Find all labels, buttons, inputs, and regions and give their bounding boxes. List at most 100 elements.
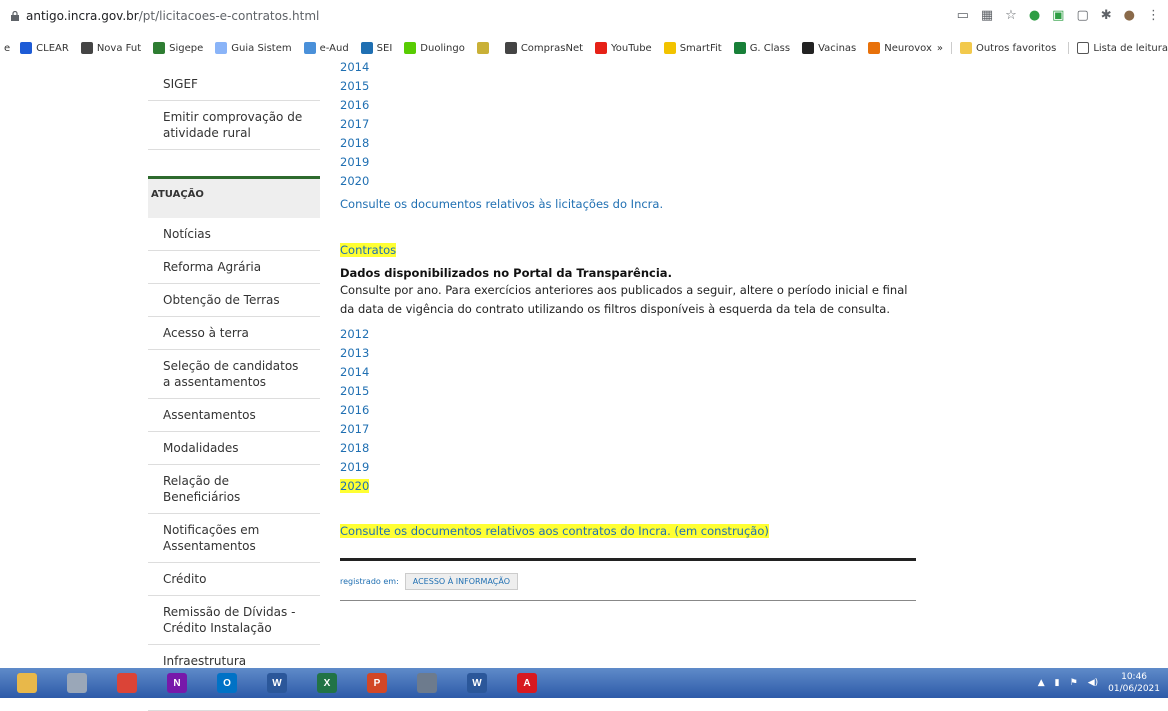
bookmark-item[interactable]: Sigepe <box>153 42 203 54</box>
sidebar-item[interactable]: Modalidades <box>148 432 320 465</box>
sidebar-item[interactable]: Seleção de candidatos a assentamentos <box>148 350 320 399</box>
bookmark-item[interactable]: YouTube <box>595 42 652 54</box>
taskbar-app-chrome[interactable] <box>104 669 150 697</box>
bookmark-icon <box>868 42 881 54</box>
explorer-icon <box>17 673 37 693</box>
year-link[interactable]: 2019 <box>340 458 920 477</box>
taskbar-app-acrobat[interactable]: A <box>504 669 550 697</box>
network-icon[interactable]: ▮ <box>1055 678 1060 688</box>
profile-avatar-icon[interactable]: ● <box>1124 8 1135 23</box>
bookmark-label: Neurovox <box>884 42 932 54</box>
url-text[interactable]: antigo.incra.gov.br/pt/licitacoes-e-cont… <box>26 9 319 23</box>
reading-list-icon <box>1077 42 1090 54</box>
star-icon[interactable]: ☆ <box>1005 8 1017 23</box>
extension-badge-icon[interactable]: ▣ <box>1052 8 1064 23</box>
address-bar[interactable]: antigo.incra.gov.br/pt/licitacoes-e-cont… <box>0 0 1168 38</box>
year-link[interactable]: 2016 <box>340 401 920 420</box>
year-link[interactable]: 2017 <box>340 420 920 439</box>
sidebar-item[interactable]: Crédito <box>148 563 320 596</box>
folder-icon <box>959 42 972 54</box>
year-link[interactable]: 2020 <box>340 172 920 191</box>
extension-green-icon[interactable]: ● <box>1029 8 1040 23</box>
bookmark-label: Vacinas <box>818 42 857 54</box>
year-link[interactable]: 2014 <box>340 363 920 382</box>
bookmark-item[interactable]: G. Class <box>733 42 790 54</box>
apps-edge[interactable]: e <box>4 43 10 54</box>
bookmark-item[interactable]: Nova Fut <box>80 42 141 54</box>
bookmark-item[interactable]: CLEAR <box>20 42 69 54</box>
year-link[interactable]: 2018 <box>340 134 920 153</box>
taskbar-app-onenote[interactable]: N <box>154 669 200 697</box>
year-link[interactable]: 2012 <box>340 325 920 344</box>
contratos-years-list: 2012 2013 2014 2015 2016 2017 2018 2019 2020 <box>340 325 920 496</box>
flag-icon[interactable]: ⚑ <box>1070 678 1078 688</box>
bookmark-item[interactable]: Duolingo <box>404 42 465 54</box>
bookmark-item[interactable]: Vacinas <box>802 42 856 54</box>
licitacoes-link[interactable]: Consulte os documentos relativos às lici… <box>340 197 663 211</box>
sidebar-item[interactable]: SIGEF <box>148 68 320 101</box>
sidebar-item[interactable]: Remissão de Dívidas - Crédito Instalação <box>148 596 320 645</box>
taskbar-app-outlook[interactable]: O <box>204 669 250 697</box>
word-icon: W <box>267 673 287 693</box>
tray-arrow-icon[interactable]: ▲ <box>1038 678 1045 688</box>
sidebar-item[interactable]: Notificações em Assentamentos <box>148 514 320 563</box>
sidebar-item[interactable]: Relação de Beneficiários <box>148 465 320 514</box>
taskbar: N O W X P W A ▲ ▮ ⚑ ◀) 10:46 01/06/2021 <box>0 668 1168 698</box>
contratos-text: Consulte por ano. Para exercícios anteri… <box>340 283 908 316</box>
tab-search-icon[interactable]: ▭ <box>957 8 969 23</box>
bookmark-label: Sigepe <box>169 42 204 54</box>
bookmark-item[interactable]: SEI <box>360 42 392 54</box>
taskbar-app-word[interactable]: W <box>254 669 300 697</box>
bookmark-item[interactable]: Guia Sistem <box>215 42 292 54</box>
contratos-link[interactable]: Consulte os documentos relativos aos con… <box>340 524 769 538</box>
other-bookmarks-label: Outros favoritos <box>975 42 1057 54</box>
contratos-title: Contratos <box>340 243 397 257</box>
bookmark-label: Guia Sistem <box>231 42 292 54</box>
bookmark-item[interactable]: Neurovox <box>868 42 932 54</box>
other-bookmarks[interactable]: Outros favoritos <box>950 42 1057 54</box>
extension-grey-icon[interactable]: ▢ <box>1076 8 1088 23</box>
year-link[interactable]: 2014 <box>340 58 920 77</box>
taskbar-app-word2[interactable]: W <box>454 669 500 697</box>
bookmark-item[interactable] <box>476 42 493 54</box>
year-link[interactable]: 2016 <box>340 96 920 115</box>
menu-icon[interactable]: ⋮ <box>1147 8 1160 23</box>
sidebar-item[interactable]: Notícias <box>148 218 320 251</box>
year-link[interactable]: 2017 <box>340 115 920 134</box>
registered-row: registrado em: ACESSO À INFORMAÇÃO <box>340 573 920 590</box>
taskbar-app-snipping[interactable] <box>54 669 100 697</box>
sidebar-item[interactable]: Emitir comprovação de atividade rural <box>148 101 320 150</box>
sidebar-item[interactable]: Reforma Agrária <box>148 251 320 284</box>
sidebar-item[interactable]: Obtenção de Terras <box>148 284 320 317</box>
bookmarks-more[interactable]: » <box>937 43 943 54</box>
year-link[interactable]: 2015 <box>340 77 920 96</box>
bookmark-icon <box>504 42 517 54</box>
sidebar-item[interactable]: Assentamentos <box>148 399 320 432</box>
bookmark-label: SmartFit <box>679 42 722 54</box>
acrobat-icon: A <box>517 673 537 693</box>
taskbar-app-powerpoint[interactable]: P <box>354 669 400 697</box>
year-link[interactable]: 2019 <box>340 153 920 172</box>
taskbar-app-excel[interactable]: X <box>304 669 350 697</box>
bookmark-item[interactable]: e-Aud <box>303 42 349 54</box>
year-link[interactable]: 2013 <box>340 344 920 363</box>
bookmark-label: ComprasNet <box>520 42 584 54</box>
year-link[interactable]: 2015 <box>340 382 920 401</box>
registered-tag[interactable]: ACESSO À INFORMAÇÃO <box>404 573 518 590</box>
volume-icon[interactable]: ◀) <box>1088 678 1098 688</box>
bookmark-label: YouTube <box>611 42 652 54</box>
word2-icon: W <box>467 673 487 693</box>
sidebar-item-rural-partial[interactable] <box>148 58 320 68</box>
year-link[interactable]: 2018 <box>340 439 920 458</box>
bookmark-item[interactable]: ComprasNet <box>504 42 584 54</box>
taskbar-app-explorer[interactable] <box>4 669 50 697</box>
clock[interactable]: 10:46 01/06/2021 <box>1108 671 1160 695</box>
puzzle-icon[interactable]: ✱ <box>1101 8 1112 23</box>
reading-list[interactable]: Lista de leitura <box>1068 42 1168 54</box>
bookmark-icon <box>303 42 316 54</box>
taskbar-app-calculator[interactable] <box>404 669 450 697</box>
qr-icon[interactable]: ▦ <box>981 8 993 23</box>
sidebar-item[interactable]: Acesso à terra <box>148 317 320 350</box>
bookmark-item[interactable]: SmartFit <box>663 42 722 54</box>
year-link[interactable]: 2020 <box>340 477 920 496</box>
